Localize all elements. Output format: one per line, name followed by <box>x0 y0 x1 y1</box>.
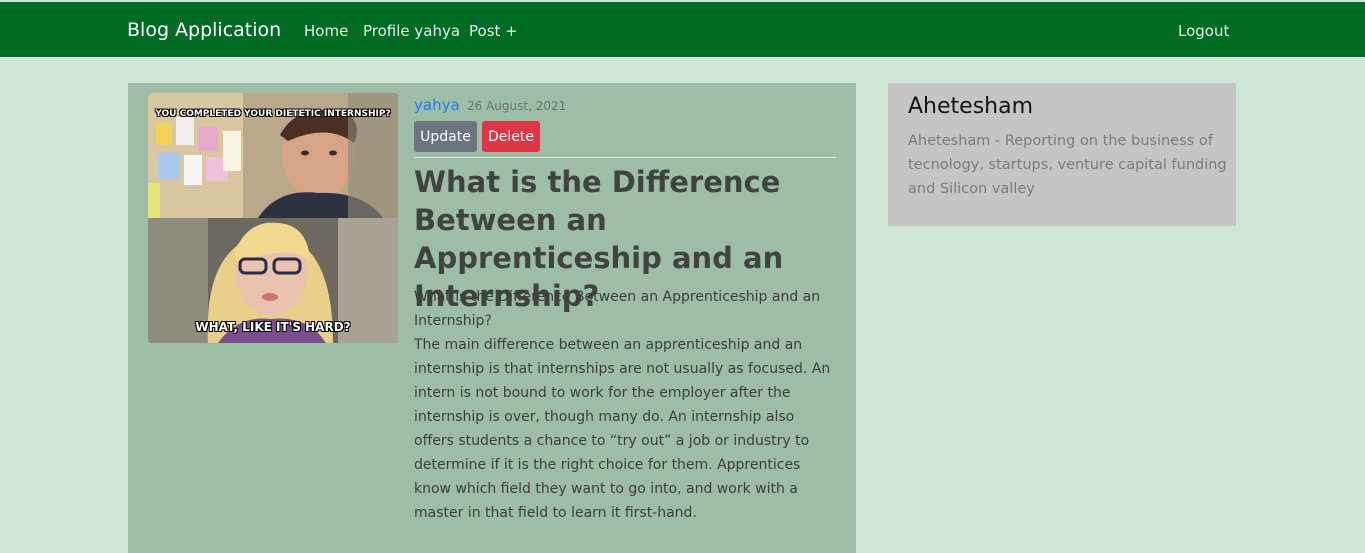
nav-home-link[interactable]: Home <box>304 22 348 40</box>
navbar: Blog Application Home Profile yahya Post… <box>0 2 1365 57</box>
update-button[interactable]: Update <box>414 121 477 152</box>
nav-post-link[interactable]: Post + <box>469 22 518 40</box>
meme-picture <box>148 93 398 343</box>
brand-link[interactable]: Blog Application <box>127 19 281 41</box>
post-date: 26 August, 2021 <box>467 99 567 113</box>
post-body: What is the Difference Between an Appren… <box>414 289 831 521</box>
post-card: YOU COMPLETED YOUR DIETETIC INTERNSHIP? … <box>128 83 856 553</box>
profile-card: Ahetesham Ahetesham - Reporting on the b… <box>888 83 1236 226</box>
post-image: YOU COMPLETED YOUR DIETETIC INTERNSHIP? … <box>148 93 398 343</box>
nav-profile-link[interactable]: Profile yahya <box>363 22 460 40</box>
profile-name: Ahetesham <box>908 94 1034 119</box>
divider <box>414 157 836 158</box>
post-author-link[interactable]: yahya <box>414 96 460 114</box>
delete-button[interactable]: Delete <box>482 121 540 152</box>
meme-bottom-caption: WHAT, LIKE IT'S HARD? <box>195 320 351 334</box>
profile-bio: Ahetesham - Reporting on the business of… <box>908 133 1227 197</box>
meme-top-caption: YOU COMPLETED YOUR DIETETIC INTERNSHIP? <box>155 109 391 119</box>
logout-link[interactable]: Logout <box>1178 22 1229 40</box>
